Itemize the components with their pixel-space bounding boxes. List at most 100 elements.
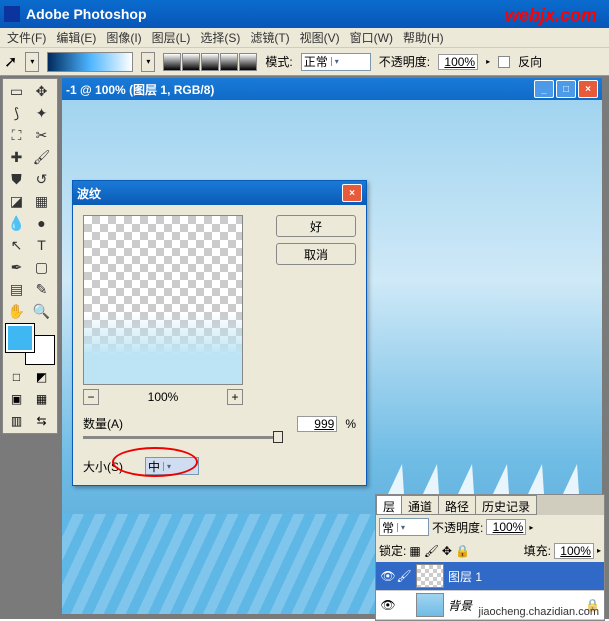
layer-name: 图层 1 — [448, 568, 482, 585]
menubar: 文件(F) 编辑(E) 图像(I) 图层(L) 选择(S) 滤镜(T) 视图(V… — [0, 28, 609, 48]
blend-mode-select[interactable]: 正常▾ — [301, 53, 371, 71]
ok-button[interactable]: 好 — [276, 215, 356, 237]
amount-input[interactable] — [297, 416, 337, 432]
screen-mode-3-icon[interactable]: ▥ — [4, 410, 29, 432]
standard-mode-icon[interactable]: □ — [4, 366, 29, 388]
opacity-arrow-icon[interactable]: ▸ — [486, 57, 490, 66]
reverse-checkbox[interactable] — [498, 56, 510, 68]
opacity-value[interactable]: 100% — [438, 54, 478, 70]
menu-view[interactable]: 视图(V) — [297, 29, 343, 46]
blur-tool-icon[interactable]: 💧 — [4, 212, 29, 234]
menu-filter[interactable]: 滤镜(T) — [247, 29, 292, 46]
toolbox: ▭ ✥ ⟆ ✦ ⛶ ✂ ✚ 🖌 ⛊ ↺ ◪ ▦ 💧 ● ↖ T ✒ ▢ ▤ ✎ … — [2, 78, 58, 434]
gradient-swatch[interactable] — [47, 52, 133, 72]
lock-move-icon[interactable]: ✥ — [442, 544, 452, 558]
dialog-close-button[interactable]: × — [342, 184, 362, 202]
lasso-tool-icon[interactable]: ⟆ — [4, 102, 29, 124]
eyedropper-tool-icon[interactable]: ✎ — [29, 278, 54, 300]
path-tool-icon[interactable]: ↖ — [4, 234, 29, 256]
heal-tool-icon[interactable]: ✚ — [4, 146, 29, 168]
move-tool-icon[interactable]: ✥ — [29, 80, 54, 102]
layer-opacity-value[interactable]: 100% — [486, 519, 526, 535]
gradient-dropdown[interactable]: ▾ — [141, 52, 155, 72]
gradient-radial-icon[interactable] — [182, 53, 200, 71]
dodge-tool-icon[interactable]: ● — [29, 212, 54, 234]
jump-to-icon[interactable]: ⇆ — [29, 410, 54, 432]
lock-label: 锁定: — [379, 542, 406, 559]
fill-value[interactable]: 100% — [554, 543, 594, 559]
filter-preview[interactable] — [83, 215, 243, 385]
tab-paths[interactable]: 路径 — [438, 495, 476, 515]
menu-window[interactable]: 窗口(W) — [347, 29, 396, 46]
zoom-percent: 100% — [148, 390, 179, 404]
shape-tool-icon[interactable]: ▢ — [29, 256, 54, 278]
fill-label: 填充: — [524, 542, 551, 559]
menu-file[interactable]: 文件(F) — [4, 29, 49, 46]
lock-paint-icon[interactable]: 🖌 — [424, 544, 439, 558]
stamp-tool-icon[interactable]: ⛊ — [4, 168, 29, 190]
brush-tool-icon[interactable]: 🖌 — [29, 146, 54, 168]
app-icon — [4, 6, 20, 22]
amount-slider[interactable] — [83, 436, 283, 439]
zoom-tool-icon[interactable]: 🔍 — [29, 300, 54, 322]
doc-title: -1 @ 100% (图层 1, RGB/8) — [66, 81, 532, 98]
size-label: 大小(S) — [83, 458, 123, 475]
zoom-in-button[interactable]: + — [227, 389, 243, 405]
type-tool-icon[interactable]: T — [29, 234, 54, 256]
eraser-tool-icon[interactable]: ◪ — [4, 190, 29, 212]
pen-tool-icon[interactable]: ✒ — [4, 256, 29, 278]
quickmask-mode-icon[interactable]: ◩ — [29, 366, 54, 388]
screen-mode-2-icon[interactable]: ▦ — [29, 388, 54, 410]
size-select[interactable]: 中▾ — [145, 457, 199, 475]
close-button[interactable]: × — [578, 80, 598, 98]
gradient-tool-icon[interactable]: ▦ — [29, 190, 54, 212]
maximize-button[interactable]: □ — [556, 80, 576, 98]
mode-label: 模式: — [265, 53, 292, 70]
zoom-out-button[interactable]: − — [83, 389, 99, 405]
layer-thumbnail[interactable] — [416, 564, 444, 588]
dialog-title: 波纹 — [77, 185, 340, 202]
tab-layers[interactable]: 层 — [376, 495, 402, 515]
layer-opacity-label: 不透明度: — [432, 519, 483, 536]
tab-history[interactable]: 历史记录 — [475, 495, 537, 515]
minimize-button[interactable]: _ — [534, 80, 554, 98]
tab-channels[interactable]: 通道 — [401, 495, 439, 515]
gradient-reflected-icon[interactable] — [220, 53, 238, 71]
ripple-dialog: 波纹 × 好 取消 − 100% + 数量(A) % 大小(S) 中▾ — [72, 180, 367, 486]
fg-color-swatch[interactable] — [6, 324, 34, 352]
tool-preset-icon[interactable]: ➚ — [4, 52, 17, 72]
lock-all-icon[interactable]: 🔒 — [455, 544, 470, 558]
options-bar: ➚ ▾ ▾ 模式: 正常▾ 不透明度: 100% ▸ 反向 — [0, 48, 609, 76]
lock-transparent-icon[interactable]: ▦ — [409, 544, 420, 558]
wand-tool-icon[interactable]: ✦ — [29, 102, 54, 124]
menu-edit[interactable]: 编辑(E) — [53, 29, 99, 46]
layer-row-1[interactable]: 👁 🖌 图层 1 — [376, 562, 604, 591]
watermark-text: webjx.com — [505, 5, 597, 26]
reverse-label: 反向 — [518, 53, 542, 70]
opacity-label: 不透明度: — [379, 53, 430, 70]
gradient-diamond-icon[interactable] — [239, 53, 257, 71]
visibility-icon[interactable]: 👁 — [380, 569, 396, 583]
footer-watermark: jiaocheng.chazidian.com — [475, 605, 603, 619]
layer-blend-select[interactable]: 常▾ — [379, 518, 429, 536]
amount-unit: % — [345, 417, 356, 431]
notes-tool-icon[interactable]: ▤ — [4, 278, 29, 300]
history-brush-icon[interactable]: ↺ — [29, 168, 54, 190]
layers-panel: 层 通道 路径 历史记录 常▾ 不透明度: 100%▸ 锁定: ▦ 🖌 ✥ 🔒 … — [375, 494, 605, 621]
menu-help[interactable]: 帮助(H) — [400, 29, 447, 46]
screen-mode-1-icon[interactable]: ▣ — [4, 388, 29, 410]
tool-preset-dropdown[interactable]: ▾ — [25, 52, 39, 72]
menu-layer[interactable]: 图层(L) — [149, 29, 194, 46]
hand-tool-icon[interactable]: ✋ — [4, 300, 29, 322]
marquee-tool-icon[interactable]: ▭ — [4, 80, 29, 102]
visibility-icon[interactable]: 👁 — [380, 598, 396, 612]
gradient-type-group — [163, 53, 257, 71]
gradient-angle-icon[interactable] — [201, 53, 219, 71]
menu-image[interactable]: 图像(I) — [103, 29, 144, 46]
crop-tool-icon[interactable]: ⛶ — [4, 124, 29, 146]
layer-thumbnail[interactable] — [416, 593, 444, 617]
cancel-button[interactable]: 取消 — [276, 243, 356, 265]
gradient-linear-icon[interactable] — [163, 53, 181, 71]
slice-tool-icon[interactable]: ✂ — [29, 124, 54, 146]
menu-select[interactable]: 选择(S) — [197, 29, 243, 46]
